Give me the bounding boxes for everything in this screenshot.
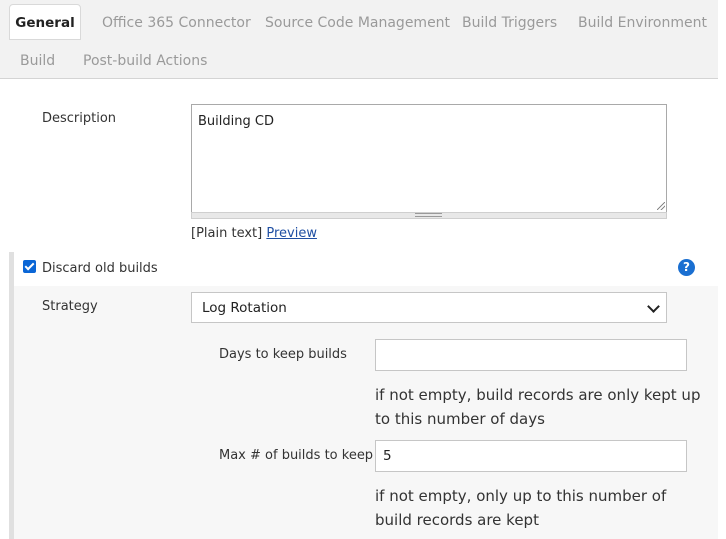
max-builds-label: Max # of builds to keep — [219, 448, 374, 463]
format-note: [Plain text] Preview — [191, 226, 317, 241]
description-label: Description — [42, 111, 117, 126]
max-builds-hint: if not empty, only up to this number of … — [375, 487, 667, 529]
chevron-down-icon — [647, 300, 660, 313]
max-builds-input[interactable]: 5 — [375, 440, 687, 472]
days-to-keep-hint: if not empty, build records are only kep… — [375, 386, 701, 428]
grip-lines-icon — [415, 213, 442, 217]
tab-general[interactable]: General — [9, 4, 81, 40]
format-plain-text: [Plain text] — [191, 226, 263, 241]
discard-old-builds-checkbox[interactable] — [23, 260, 36, 273]
tab-build-environment[interactable]: Build Environment — [578, 14, 707, 32]
question-circle-icon[interactable]: ? — [678, 259, 695, 276]
tab-bar: General Office 365 Connector Source Code… — [0, 0, 718, 79]
tab-post-build-actions[interactable]: Post-build Actions — [83, 52, 207, 70]
description-textarea[interactable]: Building CD — [191, 104, 667, 214]
resize-handle-icon[interactable] — [657, 202, 665, 210]
tab-source-code-management[interactable]: Source Code Management — [265, 14, 450, 32]
tab-office-365-connector[interactable]: Office 365 Connector — [102, 14, 251, 32]
strategy-selected-value: Log Rotation — [202, 300, 287, 316]
days-to-keep-label: Days to keep builds — [219, 347, 347, 362]
discard-old-builds-label[interactable]: Discard old builds — [42, 261, 158, 276]
preview-link[interactable]: Preview — [266, 226, 317, 241]
tab-build-triggers[interactable]: Build Triggers — [462, 14, 557, 32]
strategy-select[interactable]: Log Rotation — [191, 292, 667, 323]
tab-build[interactable]: Build — [20, 52, 55, 70]
strategy-label: Strategy — [42, 299, 98, 314]
days-to-keep-input[interactable] — [375, 339, 687, 371]
